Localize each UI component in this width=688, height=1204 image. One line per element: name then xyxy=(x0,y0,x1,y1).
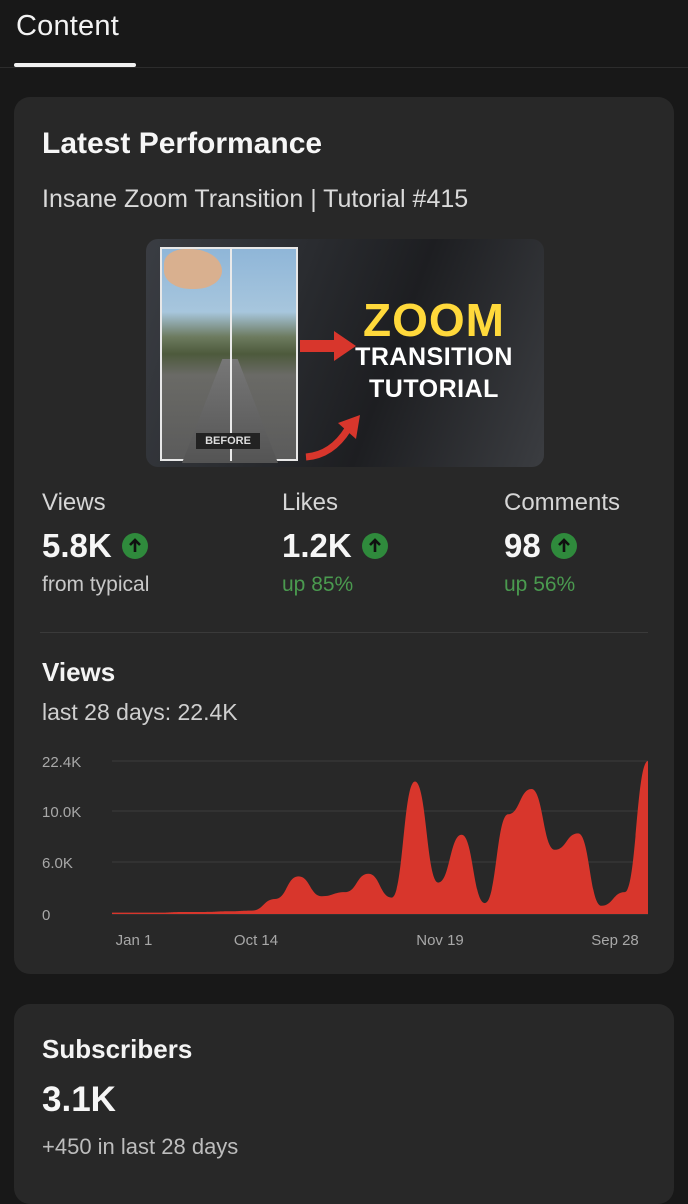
thumbnail-split-line xyxy=(230,247,232,461)
latest-performance-card[interactable]: Latest Performance Insane Zoom Transitio… xyxy=(14,97,674,974)
arrow-up-icon xyxy=(361,533,388,559)
thumbnail-line-2: TUTORIAL xyxy=(369,375,499,403)
y-tick-label: 6.0K xyxy=(42,855,73,872)
metric-likes[interactable]: Likes 1.2K up 85% xyxy=(282,489,388,597)
x-tick-label: Nov 19 xyxy=(416,932,464,949)
y-tick-label: 22.4K xyxy=(42,754,81,771)
subscribers-title: Subscribers xyxy=(42,1034,193,1064)
arrow-up-icon xyxy=(550,533,577,559)
metric-label: Comments xyxy=(504,489,621,516)
x-tick-label: Oct 14 xyxy=(234,932,278,949)
metric-label: Views xyxy=(42,489,106,516)
views-area-series xyxy=(112,761,648,914)
y-tick-label: 0 xyxy=(42,907,50,924)
thumbnail-headline: ZOOM xyxy=(363,294,505,346)
hand-image xyxy=(164,249,222,289)
views-section-title: Views xyxy=(42,657,116,687)
tab-active-indicator xyxy=(14,63,136,67)
subscribers-change: +450 in last 28 days xyxy=(42,1134,239,1159)
x-tick-label: Sep 28 xyxy=(591,932,639,949)
views-section-subtitle: last 28 days: 22.4K xyxy=(42,699,238,725)
views-area-chart[interactable]: 22.4K 10.0K 6.0K 0 Jan 1 Oct 14 Nov 19 Sep 28 xyxy=(14,737,674,967)
metric-views[interactable]: Views 5.8K from typical xyxy=(42,489,149,597)
metric-value: 5.8K xyxy=(42,527,112,564)
thumbnail-line-1: TRANSITION xyxy=(355,343,513,371)
video-title[interactable]: Insane Zoom Transition | Tutorial #415 xyxy=(42,185,468,214)
section-divider xyxy=(40,632,648,633)
video-thumbnail[interactable]: BEFORE ZOOM TRANSITION TUTORIAL xyxy=(146,239,544,467)
metric-label: Likes xyxy=(282,489,339,516)
metric-sub: from typical xyxy=(42,573,150,596)
subscribers-card[interactable]: Subscribers 3.1K +450 in last 28 days xyxy=(14,1004,674,1204)
subscribers-value: 3.1K xyxy=(42,1080,116,1119)
thumbnail-caption: BEFORE xyxy=(196,433,260,449)
metric-value: 1.2K xyxy=(282,527,352,564)
x-tick-label: Jan 1 xyxy=(116,932,153,949)
tab-content[interactable]: Content xyxy=(16,10,119,43)
metric-comments[interactable]: Comments 98 up 56% xyxy=(504,489,620,597)
metric-sub: up 85% xyxy=(282,573,354,596)
y-tick-label: 10.0K xyxy=(42,804,81,821)
card-title: Latest Performance xyxy=(42,127,323,160)
metric-sub: up 56% xyxy=(504,573,576,596)
metric-value: 98 xyxy=(504,527,541,564)
arrow-up-icon xyxy=(121,533,148,559)
red-curved-arrow-icon xyxy=(305,415,360,461)
tab-bar: Content xyxy=(0,0,688,68)
